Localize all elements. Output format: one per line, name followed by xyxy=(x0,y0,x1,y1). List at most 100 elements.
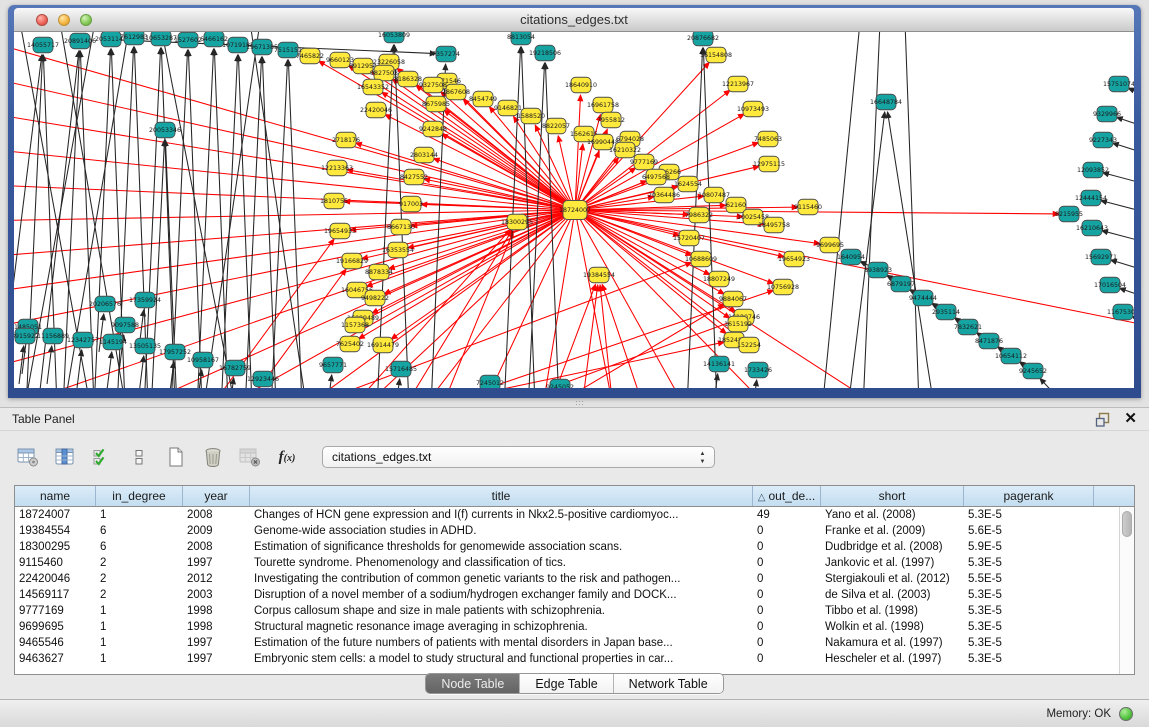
column-header-short[interactable]: short xyxy=(821,486,964,506)
table-cell: 5.3E-5 xyxy=(964,651,1094,667)
toggle-rows-icon[interactable] xyxy=(125,444,153,470)
create-column-icon[interactable] xyxy=(162,444,190,470)
graph-node-label: 9227343 xyxy=(1089,137,1117,144)
graph-edge[interactable] xyxy=(139,356,144,388)
network-window-titlebar[interactable]: citations_edges.txt xyxy=(14,8,1134,32)
graph-node-label: 1527602 xyxy=(174,37,202,44)
graph-node-label: 17016504 xyxy=(1094,282,1126,289)
column-header-in-degree[interactable]: in_degree xyxy=(96,486,183,506)
tab-edge-table[interactable]: Edge Table xyxy=(519,674,612,693)
table-row[interactable]: 2242004622012Investigating the contribut… xyxy=(15,571,1119,587)
graph-edge[interactable] xyxy=(220,55,238,388)
graph-edge[interactable] xyxy=(905,32,920,388)
graph-node-label: 15716485 xyxy=(385,366,417,373)
graph-node-label: 22420046 xyxy=(360,107,392,114)
table-row[interactable]: 946362711997Embryonic stem cells: a mode… xyxy=(15,651,1119,667)
delete-column-icon[interactable] xyxy=(199,444,227,470)
graph-edge[interactable] xyxy=(238,55,253,388)
memory-ok-indicator-icon xyxy=(1119,707,1133,721)
table-row[interactable]: 946554611997Estimation of the future num… xyxy=(15,635,1119,651)
table-cell: 0 xyxy=(753,555,821,571)
cytoscape-app: { "window": { "title": "citations_edges.… xyxy=(0,0,1149,727)
graph-edge[interactable] xyxy=(1040,378,1062,388)
table-cell: 2003 xyxy=(183,587,250,603)
graph-edge[interactable] xyxy=(14,32,575,210)
table-vertical-scrollbar[interactable] xyxy=(1119,507,1134,674)
graph-edge[interactable] xyxy=(395,379,400,388)
graph-edge[interactable] xyxy=(1111,260,1134,275)
graph-edge[interactable] xyxy=(1116,117,1134,132)
graph-edge[interactable] xyxy=(391,210,575,339)
graph-node-label: 12342757 xyxy=(67,337,99,344)
graph-edge[interactable] xyxy=(862,32,880,388)
network-window[interactable]: citations_edges.txt 18724007746582296601… xyxy=(8,5,1141,398)
table-row[interactable]: 911546021997Tourette syndrome. Phenomeno… xyxy=(15,555,1119,571)
panel-divider[interactable] xyxy=(0,398,1149,407)
graph-node-label: 10958167 xyxy=(187,357,219,364)
select-columns-icon[interactable] xyxy=(88,444,116,470)
close-panel-icon[interactable]: ✕ xyxy=(1124,412,1137,426)
column-header-title[interactable]: title xyxy=(250,486,753,506)
delete-table-icon[interactable] xyxy=(236,444,264,470)
graph-node-label: 8938923 xyxy=(864,267,892,274)
graph-node-label: 12923446 xyxy=(247,376,279,383)
graph-node-label: 10688609 xyxy=(685,256,717,263)
graph-edge[interactable] xyxy=(327,375,332,388)
graph-edge[interactable] xyxy=(420,320,735,388)
table-row[interactable]: 977716911998Corpus callosum shape and si… xyxy=(15,603,1119,619)
table-row[interactable]: 1938455462009Genome-wide association stu… xyxy=(15,523,1119,539)
graph-edge[interactable] xyxy=(1128,88,1134,102)
table-cell: 1997 xyxy=(183,651,250,667)
graph-edge[interactable] xyxy=(820,32,860,388)
tab-node-table[interactable]: Node Table xyxy=(426,674,519,693)
graph-edge[interactable] xyxy=(300,342,724,388)
graph-node-label: 20876682 xyxy=(687,35,719,42)
graph-edge[interactable] xyxy=(270,60,288,388)
graph-edge[interactable] xyxy=(888,112,938,388)
graph-edge[interactable] xyxy=(1102,231,1134,246)
table-cell: 2009 xyxy=(183,523,250,539)
table-cell: 14569117 xyxy=(15,587,96,603)
graph-edge[interactable] xyxy=(1119,288,1134,302)
scrollbar-thumb[interactable] xyxy=(1122,511,1132,537)
graph-node-label: 12213363 xyxy=(321,165,353,172)
graph-edge[interactable] xyxy=(1113,143,1134,158)
table-row[interactable]: 1872400712008Changes of HCN gene express… xyxy=(15,507,1119,523)
table-mode-icon[interactable] xyxy=(14,444,42,470)
graph-node-label: 8471876 xyxy=(975,338,1003,345)
graph-node-label: 7612983 xyxy=(120,34,148,41)
column-header-pagerank[interactable]: pagerank xyxy=(964,486,1094,506)
network-canvas[interactable]: 1872400774658229660123891295423226058982… xyxy=(14,32,1134,388)
graph-node-label: 2803144 xyxy=(410,152,438,159)
divider-grip-icon[interactable] xyxy=(575,400,585,405)
network-canvas-svg[interactable]: 1872400774658229660123891295423226058982… xyxy=(14,32,1134,388)
table-row[interactable]: 1830029562008Estimation of significance … xyxy=(15,539,1119,555)
graph-edge[interactable] xyxy=(1103,173,1134,188)
graph-node-label: 10807487 xyxy=(698,192,730,199)
table-cell: 1 xyxy=(96,651,183,667)
show-column-icon[interactable] xyxy=(51,444,79,470)
table-cell: 2012 xyxy=(183,571,250,587)
column-header-year[interactable]: year xyxy=(183,486,250,506)
table-row[interactable]: 969969511998Structural magnetic resonanc… xyxy=(15,619,1119,635)
graph-node-label: 15720407 xyxy=(673,235,705,242)
table-cell: 5.3E-5 xyxy=(964,635,1094,651)
float-panel-icon[interactable] xyxy=(1095,412,1110,427)
column-header-name[interactable]: name xyxy=(15,486,96,506)
function-builder-icon[interactable]: f(x) xyxy=(273,444,301,470)
graph-edge[interactable] xyxy=(752,380,757,388)
graph-edge[interactable] xyxy=(14,142,575,210)
table-row[interactable]: 1456911722003Disruption of a novel membe… xyxy=(15,587,1119,603)
graph-edge[interactable] xyxy=(244,57,262,388)
graph-edge[interactable] xyxy=(250,263,692,388)
graph-edge[interactable] xyxy=(382,92,575,210)
node-table: namein_degreeyeartitle△out_de...shortpag… xyxy=(14,485,1135,675)
graph-edge[interactable] xyxy=(107,352,112,388)
graph-node-label: 8427552 xyxy=(400,174,428,181)
graph-edge[interactable] xyxy=(1101,201,1134,216)
tab-network-table[interactable]: Network Table xyxy=(613,674,723,693)
table-cell: 9777169 xyxy=(15,603,96,619)
column-header-out-de[interactable]: △out_de... xyxy=(753,486,821,506)
graph-node-label: 16961758 xyxy=(587,102,619,109)
table-selector-dropdown[interactable]: citations_edges.txt ▲▼ xyxy=(322,446,715,468)
